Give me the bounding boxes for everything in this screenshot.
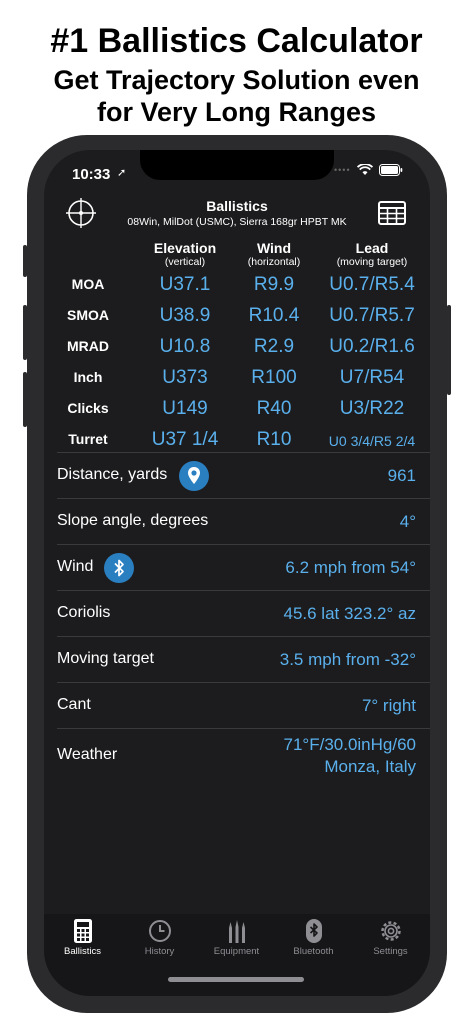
- tab-label: History: [144, 946, 175, 957]
- row-label-turret: Turret: [68, 431, 108, 447]
- column-header-elevation: Elevation (vertical): [132, 240, 238, 268]
- wifi-icon: [356, 164, 373, 175]
- header-subtitle: 08Win, MilDot (USMC), Sierra 168gr HPBT …: [127, 216, 347, 228]
- column-label: Elevation: [153, 240, 217, 256]
- cant-row[interactable]: Cant 7° right: [57, 682, 430, 728]
- mute-switch: [23, 245, 27, 277]
- tab-label: Settings: [373, 946, 408, 957]
- wind-label: Wind: [57, 558, 94, 575]
- volume-down-button: [23, 372, 27, 427]
- tab-label: Bluetooth: [293, 946, 334, 957]
- column-label: Wind: [256, 240, 292, 256]
- status-indicators: ••••: [334, 164, 403, 176]
- coriolis-label: Coriolis: [57, 604, 111, 621]
- cell-elevation-inch: U373: [162, 367, 208, 388]
- coriolis-value: 45.6 lat 323.2° az: [283, 604, 416, 623]
- tab-label: Equipment: [213, 946, 260, 957]
- clock-icon: [149, 920, 171, 942]
- weather-label: Weather: [57, 746, 118, 763]
- cell-wind-clicks: R40: [256, 398, 292, 419]
- cell-lead-moa: U0.7/R5.4: [329, 274, 415, 295]
- cell-elevation-moa: U37.1: [159, 274, 211, 295]
- status-time: 10:33: [72, 166, 111, 183]
- battery-icon: [378, 164, 402, 176]
- promo-subline-2: for Very Long Ranges: [96, 97, 377, 127]
- volume-up-button: [23, 305, 27, 360]
- cant-label: Cant: [57, 696, 91, 713]
- row-label-mrad: MRAD: [67, 338, 109, 354]
- notch: [140, 150, 334, 180]
- cell-wind-moa: R9.9: [253, 274, 295, 295]
- row-label-inch: Inch: [73, 369, 103, 385]
- cell-elevation-clicks: U149: [162, 398, 208, 419]
- weather-row[interactable]: Weather 71°F/30.0inHg/60 Monza, Italy: [57, 728, 430, 784]
- cell-lead-smoa: U0.7/R5.7: [329, 305, 415, 326]
- location-arrow-icon: ➚: [117, 167, 127, 179]
- column-sublabel: (horizontal): [247, 256, 301, 268]
- cell-lead-inch: U7/R54: [339, 367, 405, 388]
- cell-elevation-smoa: U38.9: [159, 305, 211, 326]
- cell-lead-clicks: U3/R22: [339, 398, 405, 419]
- weather-conditions: 71°F/30.0inHg/60: [283, 735, 417, 754]
- column-header-wind: Wind (horizontal): [238, 240, 310, 268]
- tab-bar: Ballistics History Equipment Bluetooth S…: [44, 914, 430, 996]
- location-pin-icon[interactable]: [179, 461, 209, 491]
- row-label-smoa: SMOA: [67, 307, 109, 323]
- cell-wind-turret: R10: [256, 429, 292, 450]
- cell-elevation-mrad: U10.8: [159, 336, 211, 357]
- weather-location: Monza, Italy: [324, 757, 416, 776]
- weather-value: 71°F/30.0inHg/60 Monza, Italy: [284, 734, 417, 778]
- gear-icon: [381, 921, 401, 941]
- moving-target-label: Moving target: [57, 650, 154, 667]
- cell-wind-mrad: R2.9: [253, 336, 295, 357]
- coriolis-row[interactable]: Coriolis 45.6 lat 323.2° az: [57, 590, 430, 636]
- row-label-clicks: Clicks: [67, 400, 109, 416]
- bluetooth-tab-icon: [306, 919, 322, 943]
- distance-label: Distance, yards: [57, 466, 168, 483]
- slope-label: Slope angle, degrees: [57, 512, 209, 529]
- distance-row[interactable]: Distance, yards 961: [57, 452, 430, 498]
- power-button: [447, 305, 451, 395]
- home-indicator[interactable]: [168, 977, 304, 982]
- promo-headline: #1 Ballistics Calculator: [50, 22, 423, 60]
- app-screen: 10:33 ➚ •••• Ballistics 08Win, MilDot (U…: [44, 150, 430, 996]
- slope-row[interactable]: Slope angle, degrees 4°: [57, 498, 430, 544]
- moving-target-row[interactable]: Moving target 3.5 mph from -32°: [57, 636, 430, 682]
- calculator-icon: [74, 919, 92, 943]
- cell-lead-mrad: U0.2/R1.6: [329, 336, 415, 357]
- wind-value: 6.2 mph from 54°: [285, 558, 416, 577]
- column-header-lead: Lead (moving target): [314, 240, 430, 268]
- column-sublabel: (vertical): [164, 256, 206, 268]
- promo-subline-1: Get Trajectory Solution even: [53, 65, 420, 95]
- table-icon[interactable]: [378, 201, 406, 225]
- row-label-moa: MOA: [71, 276, 105, 292]
- tab-label: Ballistics: [64, 946, 101, 957]
- slope-value: 4°: [399, 512, 416, 531]
- moving-target-value: 3.5 mph from -32°: [279, 650, 416, 669]
- bluetooth-icon[interactable]: [104, 553, 134, 583]
- cant-value: 7° right: [361, 696, 416, 715]
- signal-icon: ••••: [334, 165, 351, 175]
- column-sublabel: (moving target): [336, 256, 408, 268]
- bullets-icon: [229, 920, 245, 943]
- cell-wind-inch: R100: [251, 367, 297, 388]
- column-label: Lead: [355, 240, 389, 256]
- wind-row[interactable]: Wind 6.2 mph from 54°: [57, 544, 430, 590]
- cell-lead-turret: U0 3/4/R5 2/4: [328, 433, 416, 449]
- distance-value: 961: [387, 466, 416, 485]
- promo-subline: Get Trajectory Solution even for Very Lo…: [0, 64, 473, 128]
- cell-wind-smoa: R10.4: [248, 305, 300, 326]
- cell-elevation-turret: U37 1/4: [151, 429, 219, 450]
- header-title: Ballistics: [206, 198, 268, 214]
